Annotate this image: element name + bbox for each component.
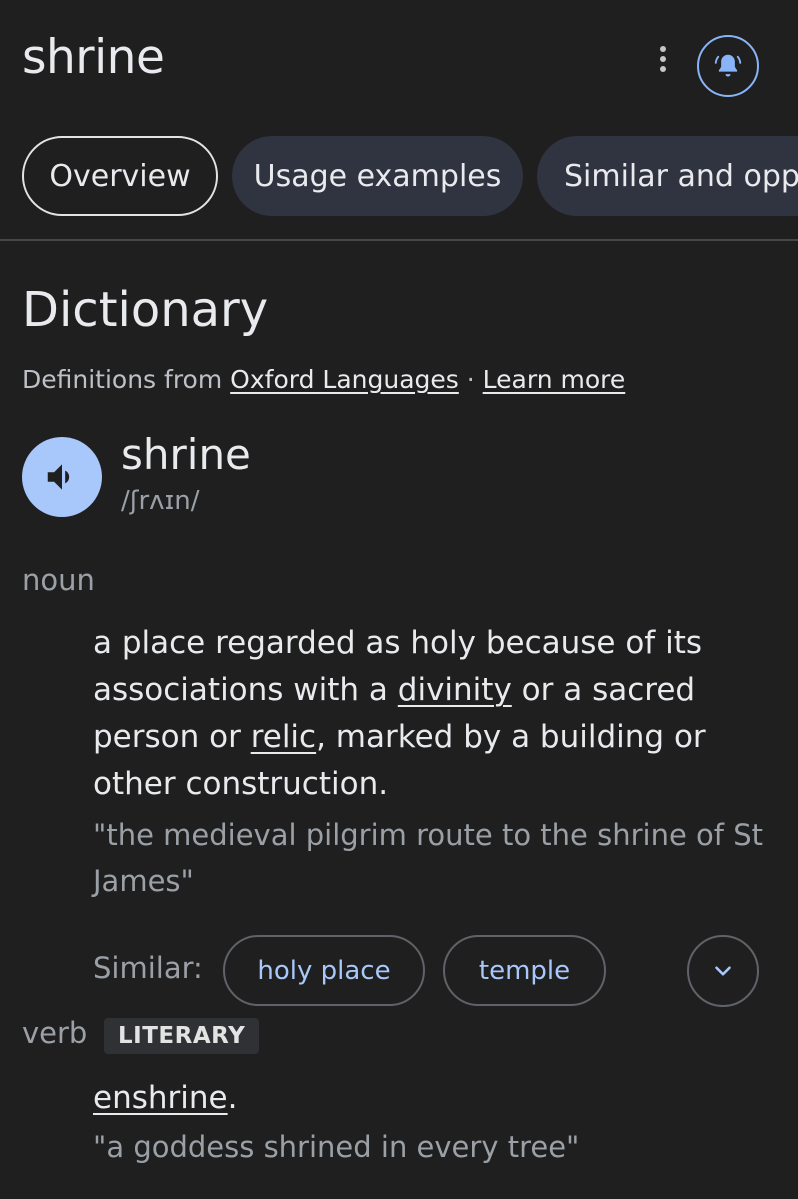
chevron-down-icon — [715, 966, 731, 976]
oxford-languages-link[interactable]: Oxford Languages — [230, 365, 459, 394]
source-prefix: Definitions from — [22, 365, 223, 394]
pronunciation-button[interactable] — [22, 437, 102, 517]
learn-more-link[interactable]: Learn more — [483, 365, 626, 394]
tab-overview[interactable]: Overview — [22, 136, 218, 216]
divinity-link[interactable]: divinity — [398, 672, 512, 708]
definition-suffix: . — [227, 1080, 238, 1116]
expand-similar-button[interactable] — [687, 935, 759, 1007]
definition-noun: a place regarded as holy because of its … — [93, 620, 773, 808]
tab-similar-opposite[interactable]: Similar and opposite words — [537, 136, 798, 216]
example-noun: "the medieval pilgrim route to the shrin… — [93, 818, 763, 898]
similar-label: Similar: — [93, 951, 203, 985]
section-heading: Dictionary — [22, 282, 269, 338]
similar-chip-temple[interactable]: temple — [443, 935, 606, 1006]
definition-verb: enshrine. — [93, 1075, 237, 1122]
notification-bell-icon — [714, 54, 742, 77]
example-verb: "a goddess shrined in every tree" — [93, 1130, 580, 1164]
page-title: shrine — [22, 30, 165, 85]
tabs-divider — [0, 239, 798, 241]
similar-chip-holy-place[interactable]: holy place — [223, 935, 425, 1006]
volume-icon — [47, 464, 70, 490]
more-options-icon[interactable] — [650, 46, 676, 90]
phonetic: /ʃrʌɪn/ — [121, 486, 200, 516]
enshrine-link[interactable]: enshrine — [93, 1080, 228, 1116]
part-of-speech-verb: verb — [22, 1016, 88, 1050]
tab-usage-examples[interactable]: Usage examples — [232, 136, 523, 216]
part-of-speech-noun: noun — [22, 563, 95, 597]
source-line: Definitions from Oxford Languages · Lear… — [22, 364, 625, 397]
register-badge: LITERARY — [104, 1018, 260, 1054]
headword: shrine — [121, 430, 251, 479]
notification-bell-button[interactable] — [697, 35, 759, 97]
separator: · — [466, 365, 475, 394]
relic-link[interactable]: relic — [251, 719, 316, 755]
